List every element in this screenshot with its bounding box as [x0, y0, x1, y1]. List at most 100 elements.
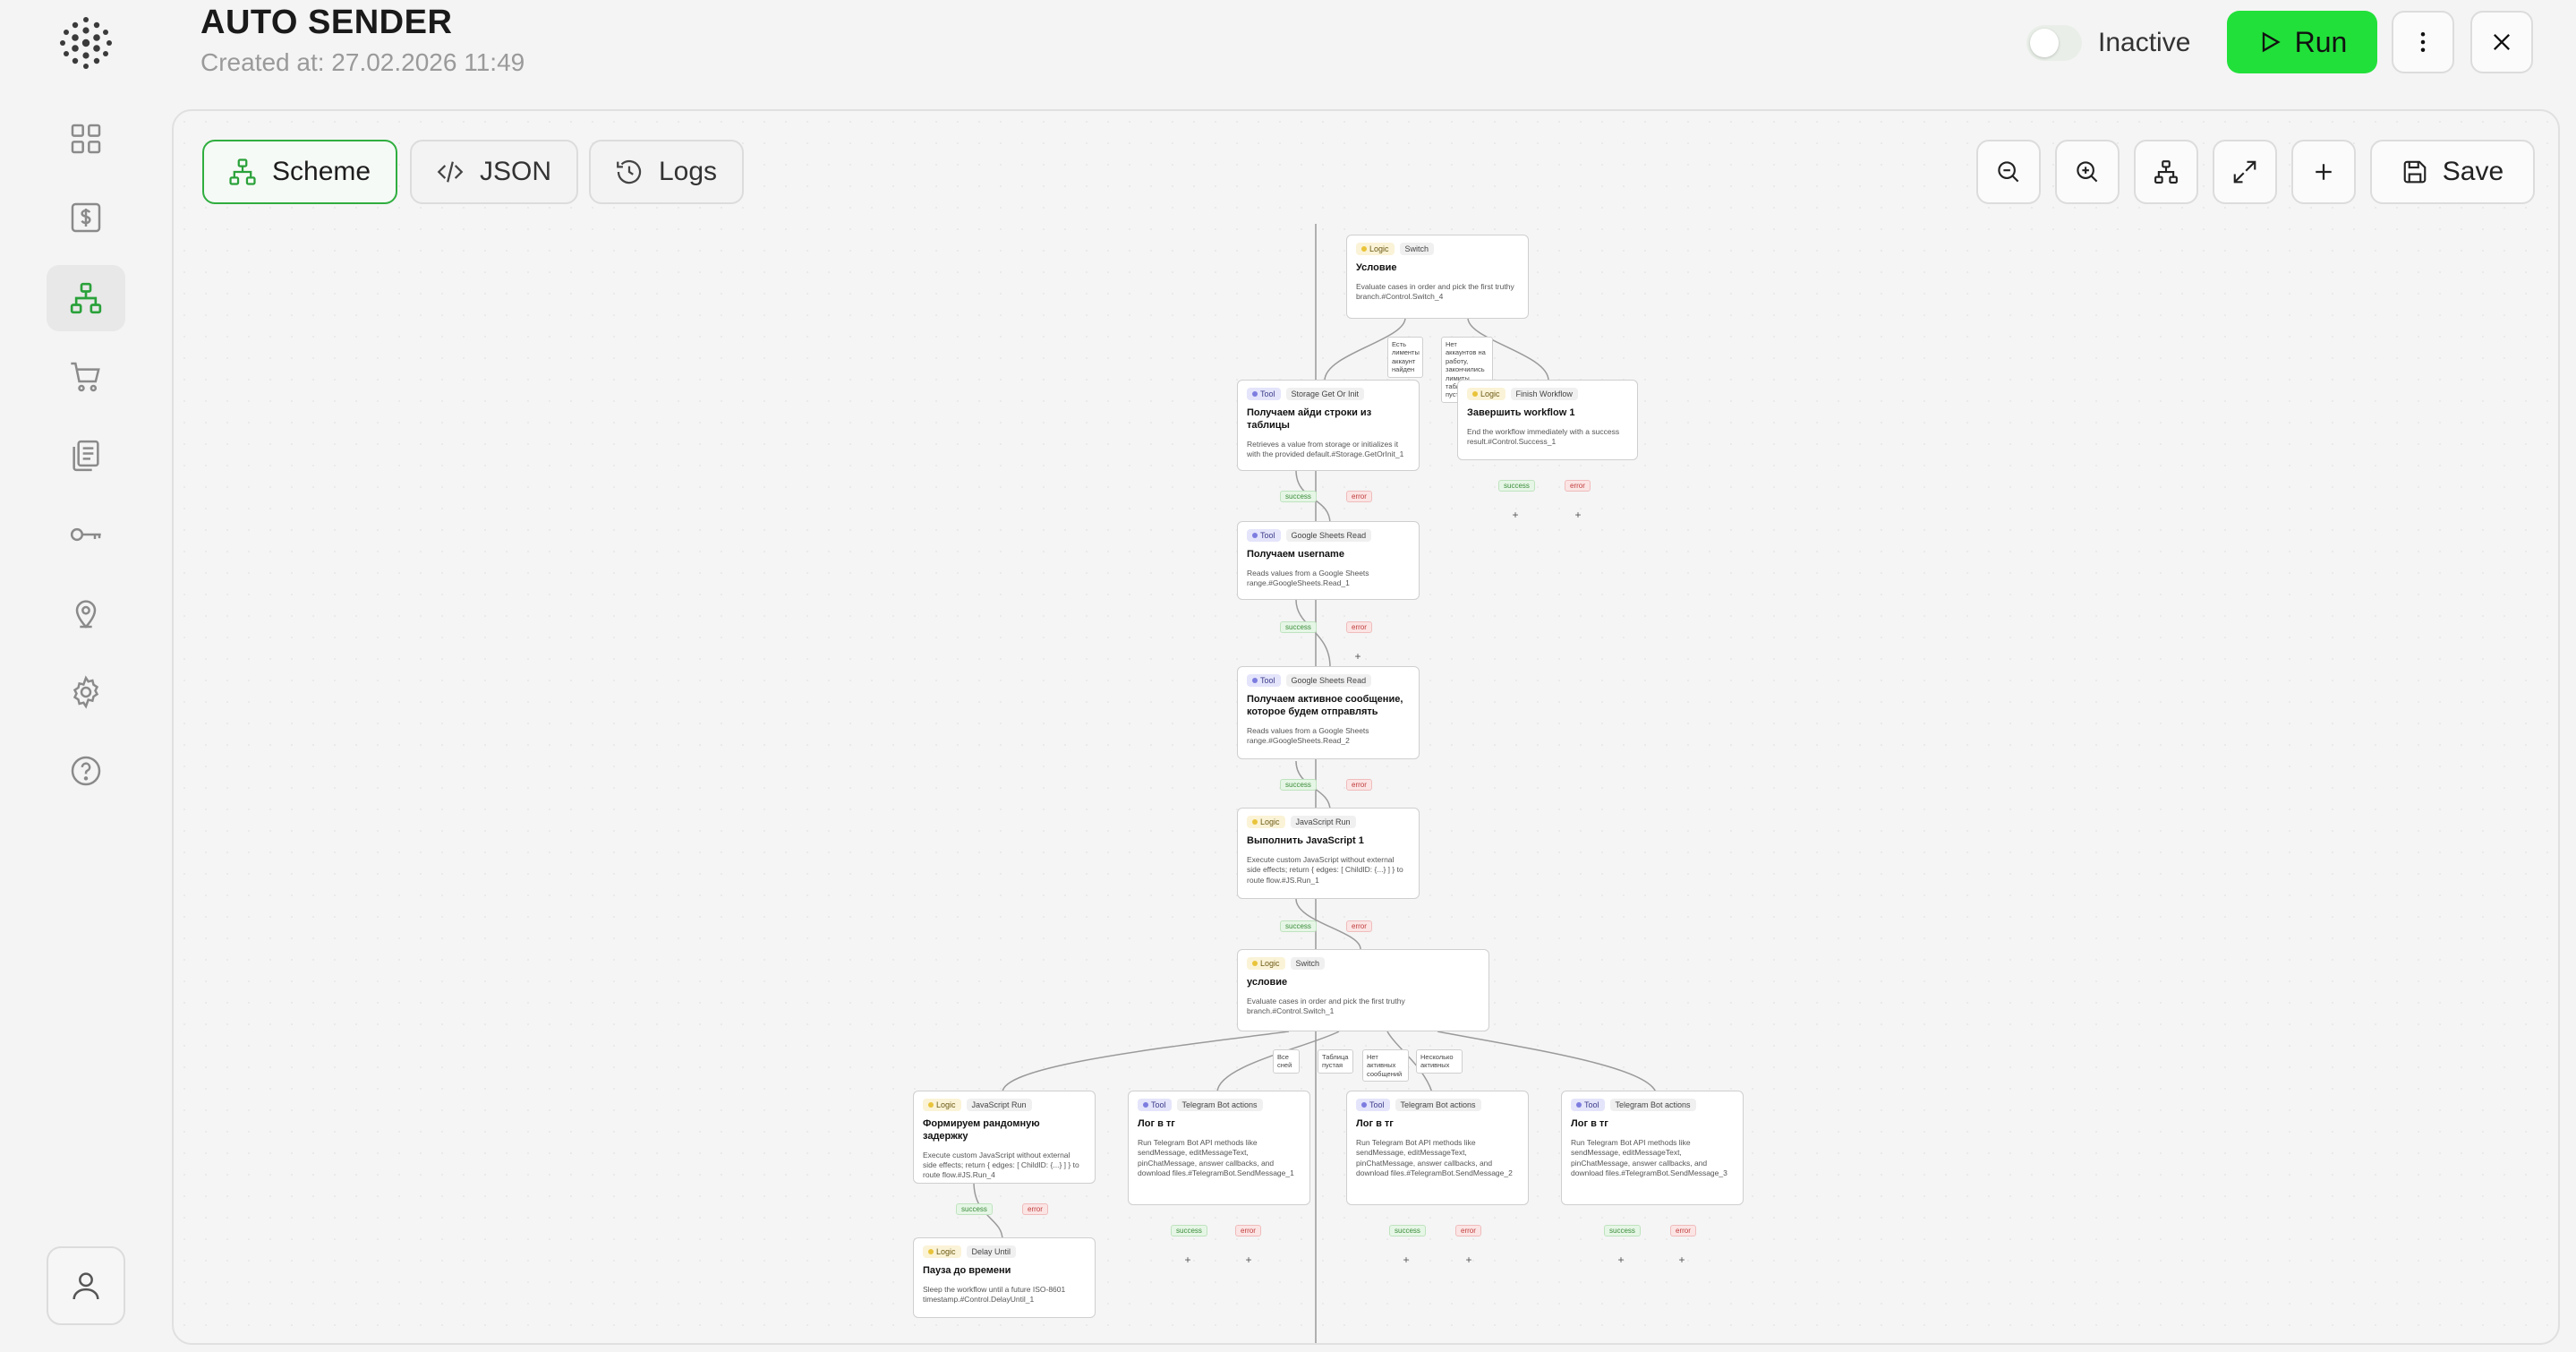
- error-port[interactable]: error: [1346, 920, 1372, 932]
- success-port[interactable]: success: [1280, 920, 1317, 932]
- node-telegram-send-1[interactable]: Tool Telegram Bot actions Лог в тг Run Te…: [1128, 1091, 1310, 1205]
- tab-label: Scheme: [272, 157, 371, 186]
- add-branch-plus[interactable]: +: [1183, 1254, 1192, 1266]
- success-port[interactable]: success: [1171, 1225, 1207, 1236]
- nav-keys[interactable]: [47, 501, 125, 568]
- node-title: условие: [1247, 977, 1288, 988]
- error-port[interactable]: error: [1022, 1203, 1048, 1215]
- tag-type: Telegram Bot actions: [1395, 1099, 1481, 1111]
- success-port[interactable]: success: [956, 1203, 993, 1215]
- success-port[interactable]: success: [1604, 1225, 1641, 1236]
- key-icon: [70, 527, 101, 542]
- nav-documents[interactable]: [47, 423, 125, 489]
- tag-type: JavaScript Run: [1290, 816, 1356, 828]
- add-branch-plus[interactable]: +: [1353, 650, 1362, 663]
- error-port[interactable]: error: [1346, 491, 1372, 502]
- success-port[interactable]: success: [1498, 480, 1535, 492]
- hierarchy-icon: [2154, 160, 2178, 184]
- nav-billing[interactable]: [47, 184, 125, 251]
- tag-kind: Logic: [923, 1099, 961, 1111]
- add-branch-plus[interactable]: +: [1616, 1254, 1625, 1266]
- zoom-in-icon: [2077, 161, 2098, 183]
- tab-label: Logs: [659, 157, 718, 186]
- close-icon: [2494, 34, 2510, 50]
- fullscreen-button[interactable]: [2213, 140, 2277, 204]
- grid-icon: [71, 124, 101, 154]
- nav-shop[interactable]: [47, 344, 125, 410]
- more-menu-button[interactable]: [2392, 11, 2454, 73]
- zoom-out-icon: [1998, 161, 2019, 183]
- gear-icon: [73, 675, 99, 709]
- node-title: Лог в тг: [1356, 1118, 1394, 1129]
- add-branch-plus[interactable]: +: [1677, 1254, 1686, 1266]
- node-title: Формируем рандомную задержку: [923, 1118, 1040, 1142]
- tag-kind: Logic: [923, 1245, 961, 1258]
- success-port[interactable]: success: [1389, 1225, 1426, 1236]
- pin-icon: [75, 600, 97, 629]
- node-javascript-run-4[interactable]: Logic JavaScript Run Формируем рандомную …: [913, 1091, 1096, 1184]
- node-javascript-run-1[interactable]: Logic JavaScript Run Выполнить JavaScript…: [1237, 808, 1420, 899]
- nav-settings[interactable]: [47, 659, 125, 725]
- node-telegram-send-3[interactable]: Tool Telegram Bot actions Лог в тг Run Te…: [1561, 1091, 1744, 1205]
- node-finish-workflow-1[interactable]: Logic Finish Workflow Завершить workflow …: [1457, 380, 1638, 460]
- auto-layout-button[interactable]: [2134, 140, 2198, 204]
- node-storage-get-or-init-1[interactable]: Tool Storage Get Or Init Получаем айди ст…: [1237, 380, 1420, 471]
- help-icon: [71, 756, 101, 786]
- zoom-in-button[interactable]: [2055, 140, 2120, 204]
- sidebar: [0, 0, 170, 1352]
- success-port[interactable]: success: [1280, 491, 1317, 502]
- node-google-sheets-read-2[interactable]: Tool Google Sheets Read Получаем активное…: [1237, 666, 1420, 759]
- zoom-out-button[interactable]: [1976, 140, 2041, 204]
- add-node-button[interactable]: [2291, 140, 2356, 204]
- save-button[interactable]: Save: [2370, 140, 2535, 204]
- error-port[interactable]: error: [1346, 621, 1372, 633]
- add-branch-plus[interactable]: +: [1464, 1254, 1473, 1266]
- add-branch-plus[interactable]: +: [1574, 509, 1582, 521]
- created-at: Created at: 27.02.2026 11:49: [200, 48, 525, 76]
- add-branch-plus[interactable]: +: [1244, 1254, 1253, 1266]
- tag-kind: Logic: [1247, 816, 1285, 828]
- tag-kind: Tool: [1138, 1099, 1172, 1111]
- node-description: Execute custom JavaScript without extern…: [1247, 854, 1403, 885]
- success-port[interactable]: success: [1280, 779, 1317, 791]
- node-switch-1[interactable]: Logic Switch условие Evaluate cases in or…: [1237, 949, 1489, 1031]
- tab-scheme[interactable]: Scheme: [202, 140, 398, 204]
- branch-label: Несколько активных: [1416, 1049, 1463, 1074]
- node-description: Evaluate cases in order and pick the fir…: [1356, 281, 1514, 302]
- node-title: Пауза до времени: [923, 1265, 1011, 1276]
- add-branch-plus[interactable]: +: [1511, 509, 1520, 521]
- tab-json[interactable]: JSON: [410, 140, 579, 204]
- nav-location[interactable]: [47, 580, 125, 646]
- status-text: Inactive: [2098, 28, 2191, 57]
- node-description: End the workflow immediately with a succ…: [1467, 426, 1620, 447]
- run-button[interactable]: Run: [2227, 11, 2377, 73]
- active-toggle[interactable]: [2026, 25, 2082, 61]
- node-switch-4[interactable]: Logic Switch Условие Evaluate cases in or…: [1346, 235, 1529, 319]
- error-port[interactable]: error: [1346, 779, 1372, 791]
- node-title: Получаем username: [1247, 549, 1344, 560]
- nav-dashboard[interactable]: [47, 106, 125, 172]
- expand-icon: [2233, 160, 2256, 184]
- node-title: Лог в тг: [1571, 1118, 1608, 1129]
- run-label: Run: [2294, 25, 2348, 58]
- tab-logs[interactable]: Logs: [589, 140, 745, 204]
- node-description: Execute custom JavaScript without extern…: [923, 1150, 1079, 1180]
- node-google-sheets-read-1[interactable]: Tool Google Sheets Read Получаем username…: [1237, 521, 1420, 600]
- close-button[interactable]: [2470, 11, 2533, 73]
- success-port[interactable]: success: [1280, 621, 1317, 633]
- nav-workflows[interactable]: [47, 265, 125, 331]
- page-title: AUTO SENDER: [200, 4, 453, 41]
- error-port[interactable]: error: [1235, 1225, 1261, 1236]
- node-delay-until-1[interactable]: Logic Delay Until Пауза до времени Sleep …: [913, 1237, 1096, 1318]
- tag-type: Delay Until: [966, 1245, 1017, 1258]
- error-port[interactable]: error: [1565, 480, 1591, 492]
- add-branch-plus[interactable]: +: [1402, 1254, 1411, 1266]
- error-port[interactable]: error: [1455, 1225, 1481, 1236]
- node-description: Reads values from a Google Sheets range.…: [1247, 725, 1369, 745]
- user-profile-button[interactable]: [47, 1246, 125, 1325]
- error-port[interactable]: error: [1670, 1225, 1696, 1236]
- nav-help[interactable]: [47, 738, 125, 804]
- code-icon: [437, 161, 464, 183]
- logo-icon: [60, 17, 112, 69]
- node-telegram-send-2[interactable]: Tool Telegram Bot actions Лог в тг Run Te…: [1346, 1091, 1529, 1205]
